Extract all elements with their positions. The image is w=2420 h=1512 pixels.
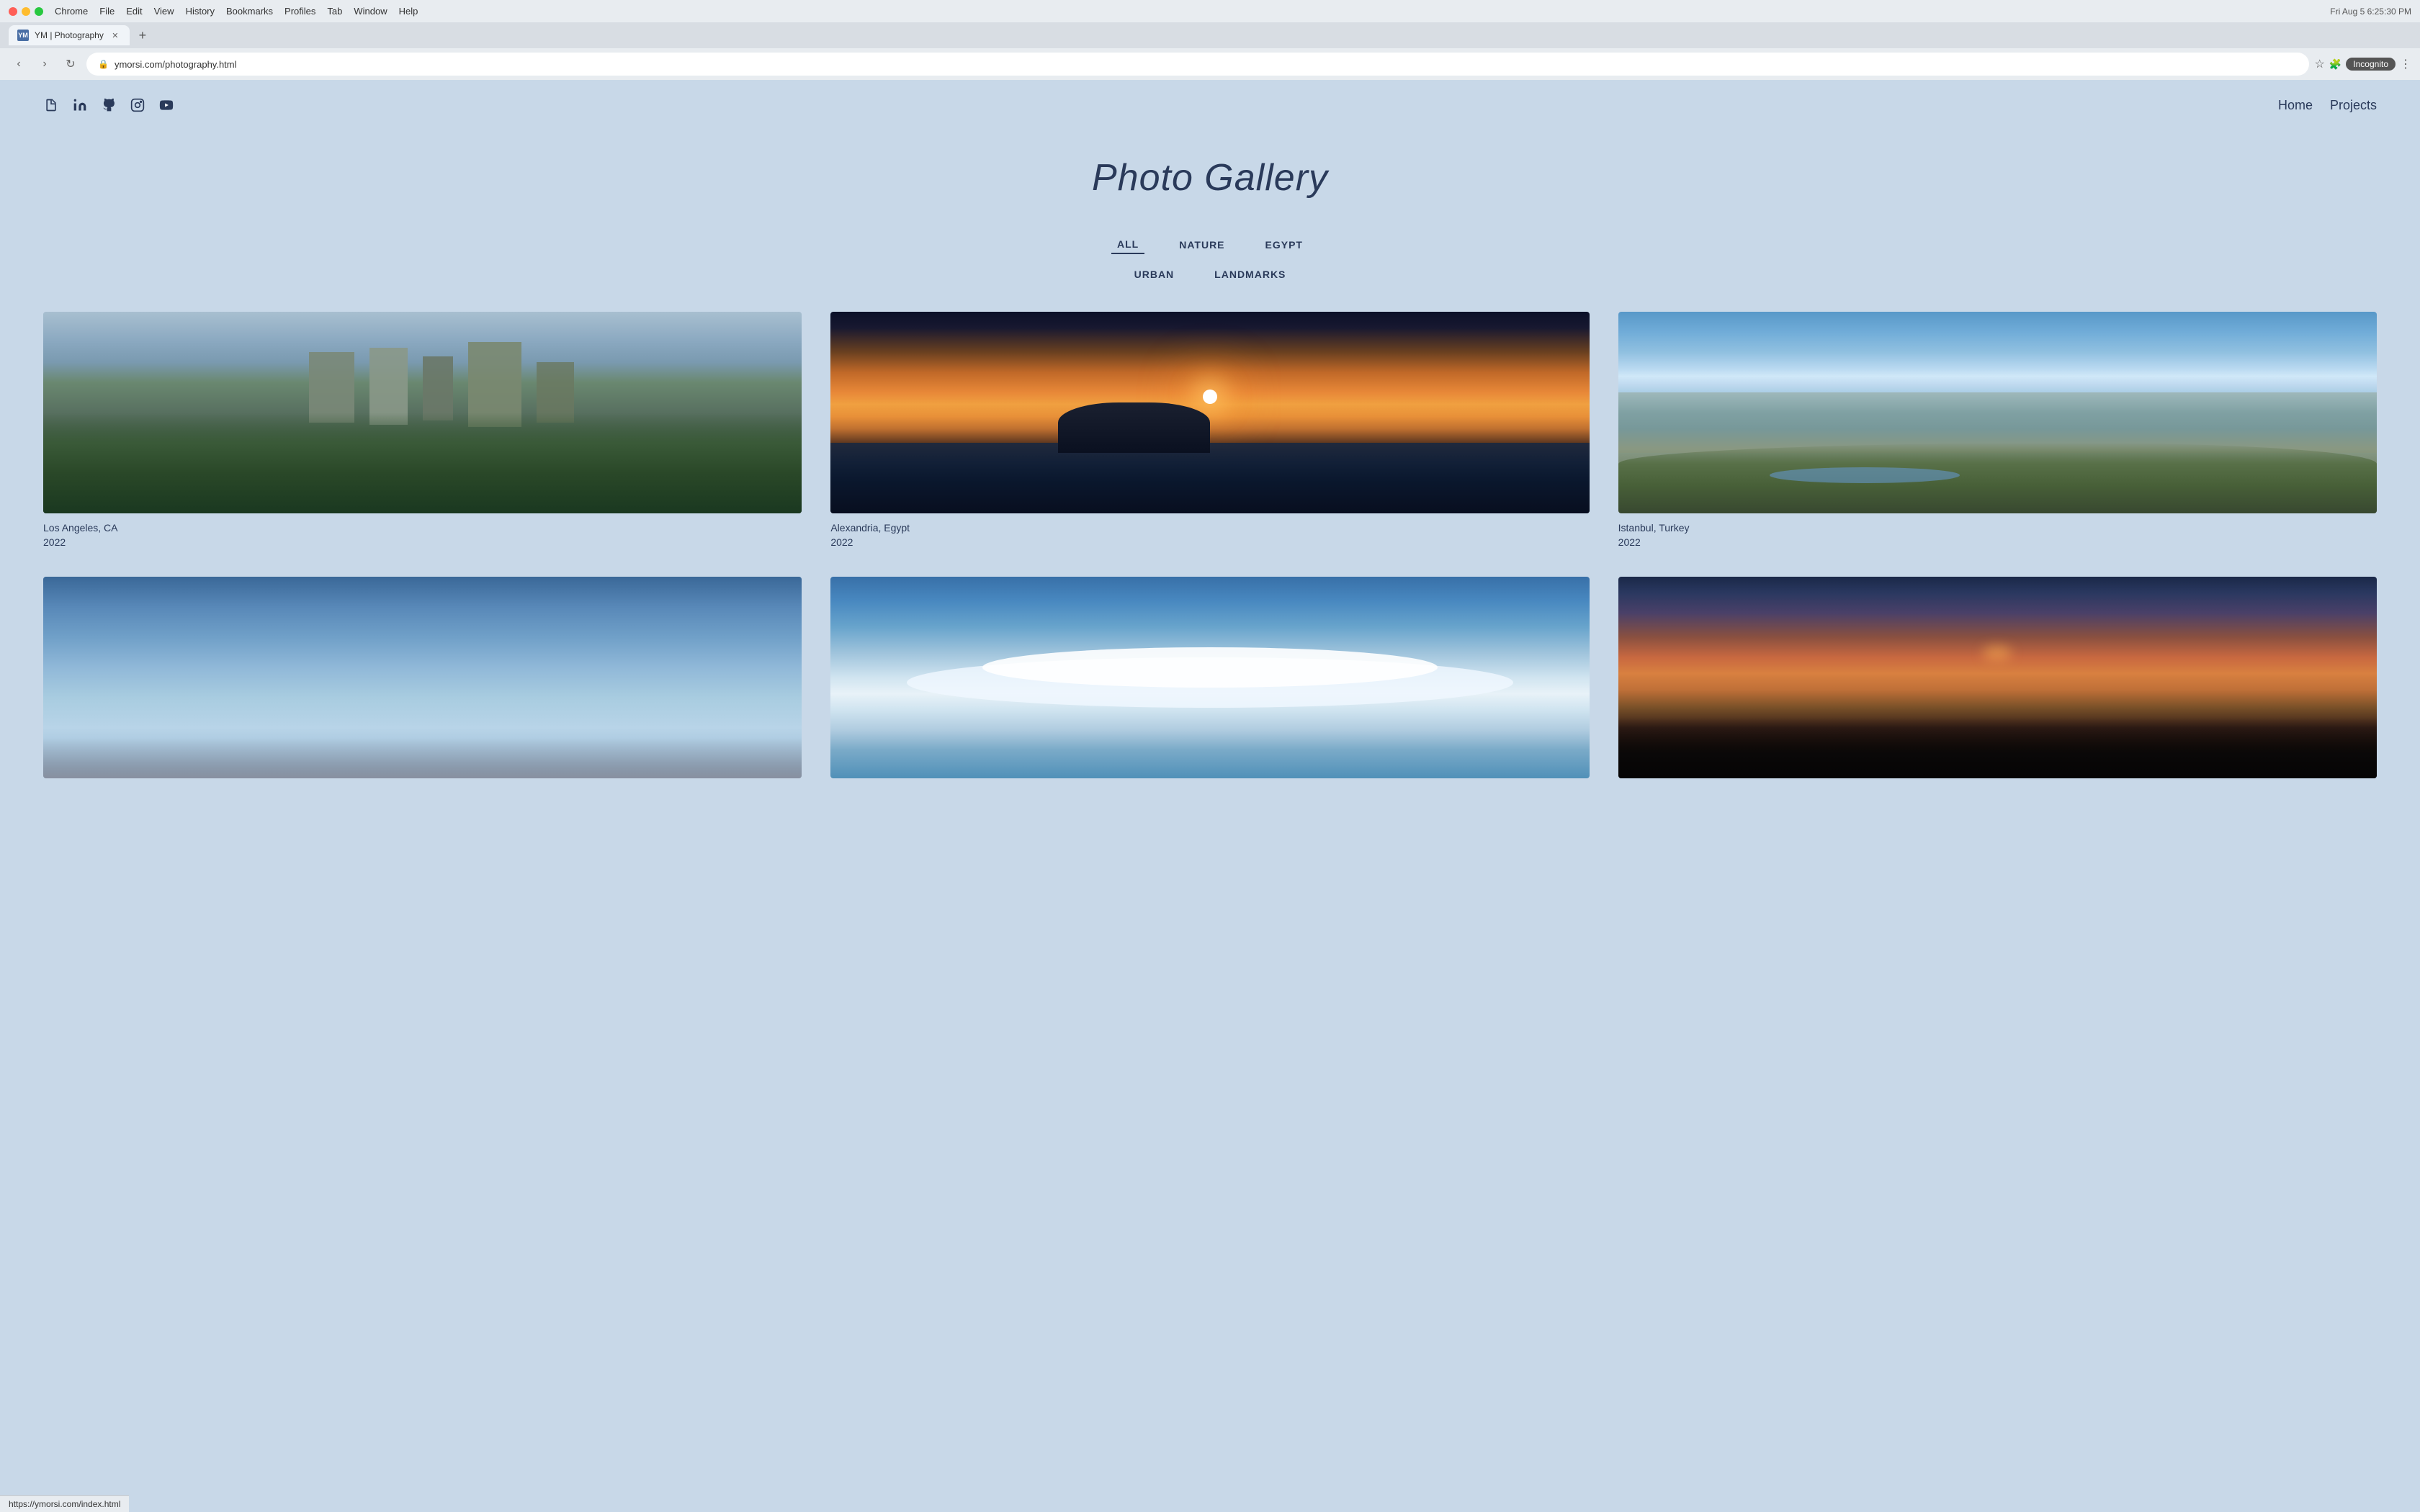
photo-grid: Los Angeles, CA 2022 Alexandria, Egypt 2… [43,312,2377,787]
filter-egypt[interactable]: EGYPT [1260,236,1309,253]
photo-image-la [43,312,802,513]
browser-tabs: YM YM | Photography ✕ + [0,22,2420,48]
photo-image-sky [43,577,802,778]
menu-tab[interactable]: Tab [327,6,342,17]
status-url: https://ymorsi.com/index.html [9,1499,120,1509]
browser-titlebar: Chrome File Edit View History Bookmarks … [0,0,2420,22]
address-bar[interactable]: 🔒 ymorsi.com/photography.html [86,53,2309,76]
bookmark-icon[interactable]: ☆ [2315,57,2325,71]
tab-favicon: YM [17,30,29,41]
browser-toolbar: ‹ › ↻ 🔒 ymorsi.com/photography.html ☆ 🧩 … [0,48,2420,80]
close-button[interactable] [9,7,17,16]
menu-view[interactable]: View [154,6,174,17]
menu-icon[interactable]: ⋮ [2400,57,2411,71]
datetime-display: Fri Aug 5 6:25:30 PM [2330,6,2411,17]
menu-chrome[interactable]: Chrome [55,6,88,17]
menu-help[interactable]: Help [399,6,418,17]
nav-social-icons [43,97,174,113]
photo-year-alex: 2022 [830,536,1589,548]
youtube-icon[interactable] [158,97,174,113]
page-content: Home Projects Photo Gallery ALL NATURE E… [0,80,2420,1506]
new-tab-button[interactable]: + [133,25,153,45]
photo-location-la: Los Angeles, CA [43,522,802,534]
browser-menu: Chrome File Edit View History Bookmarks … [55,6,418,17]
minimize-button[interactable] [22,7,30,16]
extensions-icon[interactable]: 🧩 [2329,58,2341,71]
maximize-button[interactable] [35,7,43,16]
incognito-badge: Incognito [2346,58,2396,71]
photo-card-istanbul[interactable]: Istanbul, Turkey 2022 [1618,312,2377,548]
instagram-icon[interactable] [130,97,145,113]
photo-card-sky[interactable] [43,577,802,787]
photo-image-istanbul [1618,312,2377,513]
photo-card-alex[interactable]: Alexandria, Egypt 2022 [830,312,1589,548]
site-nav: Home Projects [43,80,2377,127]
back-button[interactable]: ‹ [9,54,29,74]
lock-icon: 🔒 [98,59,109,69]
browser-chrome: Chrome File Edit View History Bookmarks … [0,0,2420,80]
toolbar-icons: ☆ 🧩 Incognito ⋮ [2315,57,2411,71]
tab-title: YM | Photography [35,30,104,40]
active-tab[interactable]: YM YM | Photography ✕ [9,25,130,45]
forward-button[interactable]: › [35,54,55,74]
github-icon[interactable] [101,97,117,113]
menu-file[interactable]: File [99,6,115,17]
photo-location-istanbul: Istanbul, Turkey [1618,522,2377,534]
photo-year-istanbul: 2022 [1618,536,2377,548]
menu-window[interactable]: Window [354,6,387,17]
menu-profiles[interactable]: Profiles [284,6,315,17]
menu-bookmarks[interactable]: Bookmarks [226,6,273,17]
tab-close-button[interactable]: ✕ [109,30,121,41]
photo-year-la: 2022 [43,536,802,548]
photo-card-clouds[interactable] [830,577,1589,787]
traffic-lights [9,7,43,16]
filter-row-1: ALL NATURE EGYPT [1111,235,1309,254]
reload-button[interactable]: ↻ [60,54,81,74]
filter-landmarks[interactable]: LANDMARKS [1209,266,1291,283]
nav-projects-link[interactable]: Projects [2330,98,2377,113]
document-icon[interactable] [43,97,59,113]
photo-location-alex: Alexandria, Egypt [830,522,1589,534]
photo-image-alex [830,312,1589,513]
page-title-section: Photo Gallery [43,127,2377,235]
photo-card-sunset2[interactable] [1618,577,2377,787]
filter-all[interactable]: ALL [1111,235,1144,254]
photo-card-la[interactable]: Los Angeles, CA 2022 [43,312,802,548]
filter-urban[interactable]: URBAN [1129,266,1180,283]
linkedin-icon[interactable] [72,97,88,113]
menu-edit[interactable]: Edit [126,6,142,17]
status-bar-tooltip: https://ymorsi.com/index.html [0,1495,129,1512]
page-title: Photo Gallery [43,156,2377,199]
filter-row-2: URBAN LANDMARKS [1129,266,1292,283]
filter-section: ALL NATURE EGYPT URBAN LANDMARKS [43,235,2377,283]
photo-image-sunset2 [1618,577,2377,778]
photo-image-clouds [830,577,1589,778]
nav-links: Home Projects [2278,98,2377,113]
address-text: ymorsi.com/photography.html [115,59,237,70]
filter-nature[interactable]: NATURE [1173,236,1230,253]
menu-history[interactable]: History [186,6,215,17]
nav-home-link[interactable]: Home [2278,98,2313,113]
